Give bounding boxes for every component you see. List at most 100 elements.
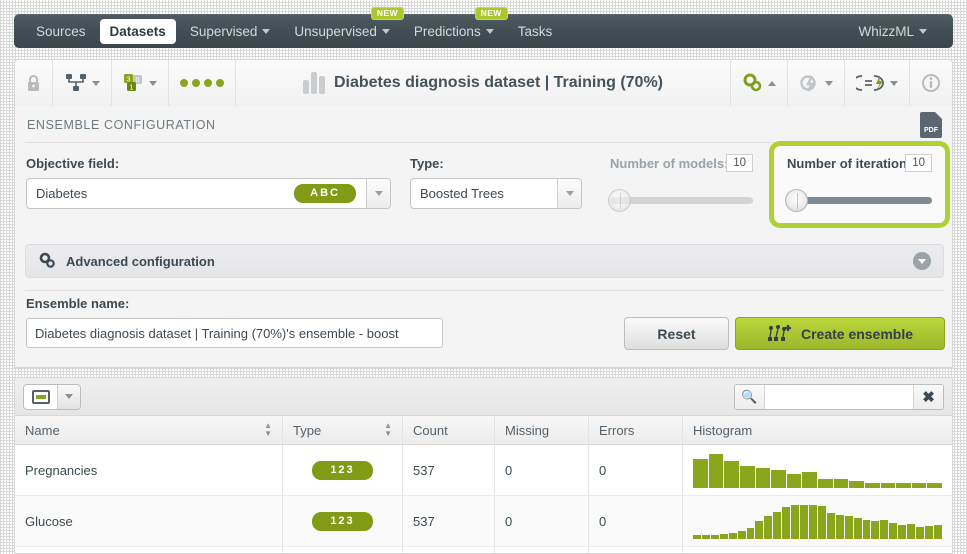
status-dots [180,79,224,87]
field-histogram [693,452,942,488]
chevron-up-icon [768,80,776,86]
column-header-missing[interactable]: Missing [495,416,589,444]
histogram-bar [771,470,786,488]
search-icon[interactable]: 🔍 [735,384,765,409]
nav-label: Datasets [109,23,166,39]
ensemble-type-select[interactable]: Boosted Trees [410,178,582,209]
ensemble-name-group: Ensemble name: [26,296,129,318]
search-input[interactable] [765,384,913,409]
nav-item-datasets[interactable]: Datasets [99,18,176,44]
histogram-bar [737,530,746,539]
batch-action-button[interactable] [844,60,909,106]
histogram-bar [889,523,898,539]
chevron-down-icon [262,28,271,34]
histogram-bar [896,482,911,488]
nav-item-tasks[interactable]: Tasks [508,19,563,44]
new-badge: NEW [474,6,508,20]
column-header-errors[interactable]: Errors [589,416,683,444]
nav-label: Tasks [517,23,553,39]
number-of-iterations-value: 10 [905,154,932,172]
histogram-bar [907,524,916,539]
advanced-configuration-label: Advanced configuration [66,253,215,269]
column-header-type[interactable]: Type ▲ ▼ [283,416,403,444]
histogram-bar [924,526,933,539]
objective-field-select[interactable]: Diabetes ABC [26,178,391,209]
histogram-bar [739,465,755,488]
histogram-bar [933,524,942,539]
number-of-iterations-slider[interactable] [785,189,932,212]
histogram-bar [710,534,719,539]
field-view-toggle-button[interactable] [23,383,81,410]
advanced-configuration-row[interactable]: Advanced configuration [25,244,944,278]
ensemble-name-input[interactable] [26,318,443,348]
chevron-down-icon [919,28,927,34]
info-button[interactable] [909,60,952,106]
nav-item-sources[interactable]: Sources [26,19,96,44]
nav-item-supervised[interactable]: Supervised [180,19,281,44]
cell-count: 537 [403,496,495,546]
pdf-export-icon[interactable]: PDF [920,112,942,138]
cell-field-name: Pregnancies [15,445,283,495]
model-menu-button[interactable] [53,60,112,106]
status-dot [180,79,188,87]
cell-histogram [683,445,952,495]
histogram-bar [818,479,833,488]
collapse-view-icon[interactable] [24,384,58,409]
configure-button[interactable] [730,60,787,106]
cloud-action-button[interactable] [787,60,844,106]
histogram-bar [728,533,737,539]
number-of-models-value: 10 [726,154,753,172]
table-row[interactable]: Glucose 123 537 0 0 [15,496,952,547]
nav-label: Predictions [413,23,481,39]
create-ensemble-button[interactable]: Create ensemble [735,317,945,350]
table-row[interactable] [15,547,952,553]
histogram-bar [835,515,844,539]
chevron-down-icon[interactable] [58,384,80,409]
number-of-models-slider[interactable] [608,189,753,212]
info-icon [922,74,940,92]
histogram-bar [764,516,773,539]
cell-field-name: Glucose [15,496,283,546]
cell-errors [589,547,683,553]
status-dot [192,79,200,87]
column-header-name[interactable]: Name ▲ ▼ [15,416,283,444]
field-histogram [693,503,942,539]
clear-search-icon[interactable]: ✖ [913,384,943,409]
privacy-lock-button[interactable] [15,60,53,106]
sort-icon[interactable]: ▲ ▼ [384,422,392,438]
reset-button[interactable]: Reset [624,317,729,350]
histogram-bar [708,454,724,488]
slider-handle[interactable] [785,189,808,212]
field-types-icon: 3 0 1 [124,74,142,91]
histogram-bar [701,535,710,539]
histogram-bar [844,516,853,539]
page-title: Diabetes diagnosis dataset | Training (7… [333,74,663,91]
cell-field-type: 123 [283,445,403,495]
new-badge: NEW [370,6,404,20]
slider-handle[interactable] [608,189,631,212]
dataset-header-bar: 3 0 1 Diabetes diagnosis dataset | Train… [14,59,953,106]
create-ensemble-icon [767,324,791,341]
nav-item-predictions[interactable]: Predictions NEW [404,6,508,44]
cell-field-name [15,547,283,553]
chevron-down-icon[interactable] [557,179,581,208]
ensemble-type-value: Boosted Trees [420,186,504,201]
column-label: Type [293,422,322,438]
histogram-bar [817,506,826,539]
column-header-count[interactable]: Count [403,416,495,444]
field-types-menu-button[interactable]: 3 0 1 [112,60,169,106]
histogram-bar [802,472,817,488]
nav-label: Unsupervised [294,23,377,39]
chevron-down-icon[interactable] [913,252,931,270]
cell-missing [495,547,589,553]
cell-missing: 0 [495,496,589,546]
sort-icon[interactable]: ▲ ▼ [264,422,272,438]
table-row[interactable]: Pregnancies 123 537 0 0 [15,445,952,496]
lock-icon [28,75,39,91]
histogram-bar [791,505,800,539]
histogram-bar [898,524,907,539]
nav-item-unsupervised[interactable]: Unsupervised NEW [284,6,404,44]
chevron-down-icon[interactable] [366,179,390,208]
nav-item-account-whizzml[interactable]: WhizzML [848,19,937,44]
ensemble-type-label: Type: [410,156,444,171]
